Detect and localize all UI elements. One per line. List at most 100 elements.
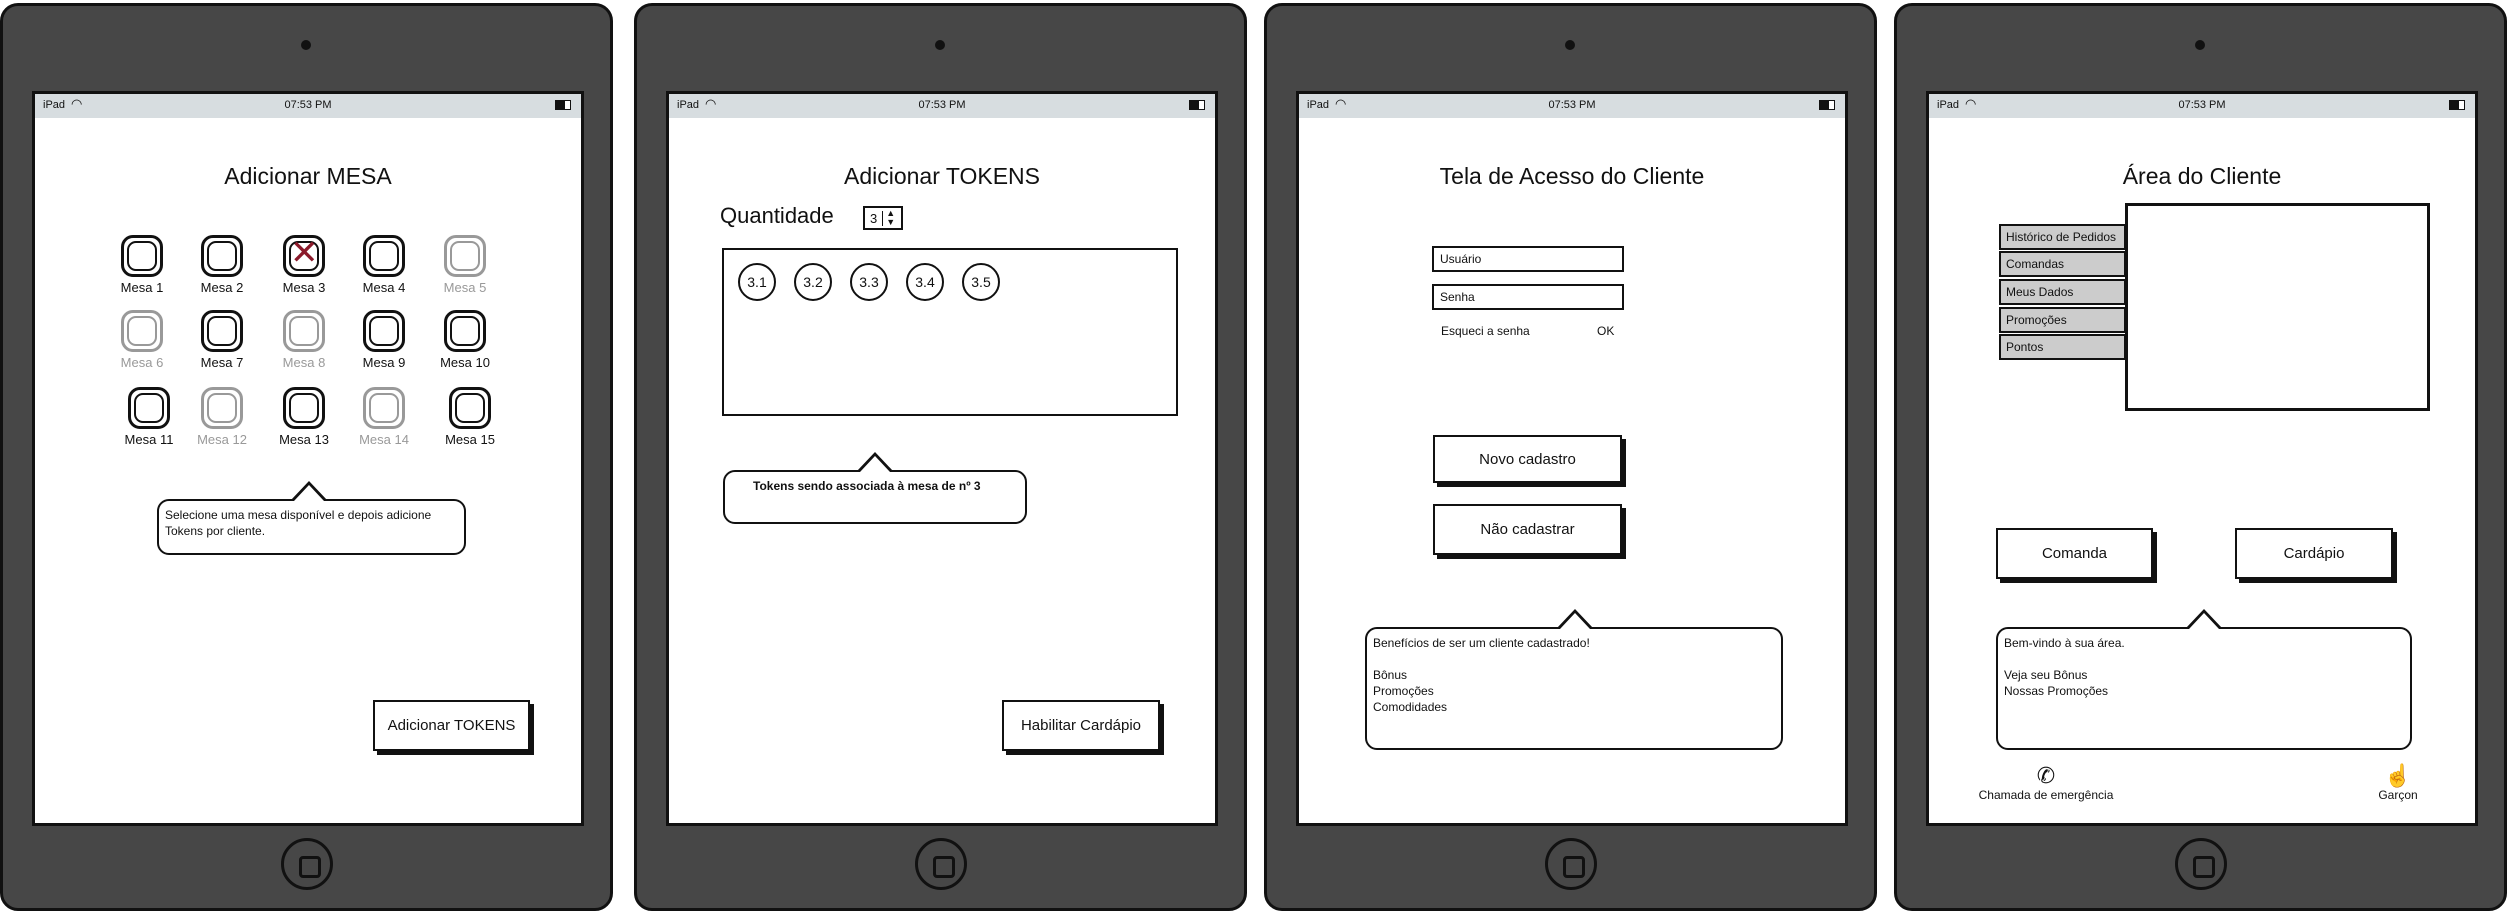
tokens-container: 3.1 3.2 3.3 3.4 3.5 [722, 248, 1178, 416]
callout-pointer [1557, 609, 1593, 629]
table-label: Mesa 11 [124, 432, 174, 447]
quantity-value: 3 [865, 210, 884, 226]
table-11[interactable]: Mesa 11 [109, 387, 189, 447]
status-bar: iPad ◠ 07:53 PM [35, 94, 581, 118]
table-6[interactable]: Mesa 6 [102, 310, 182, 370]
hint-text: Selecione uma mesa disponível e depois a… [165, 508, 432, 538]
table-15[interactable]: Mesa 15 [430, 387, 510, 447]
battery-icon [2449, 100, 2465, 110]
table-8[interactable]: Mesa 8 [264, 310, 344, 370]
table-icon [201, 387, 243, 429]
table-icon [363, 387, 405, 429]
status-bar: iPad ◠ 07:53 PM [1299, 94, 1845, 118]
table-label: Mesa 8 [282, 355, 326, 370]
menu-item-comandas[interactable]: Comandas [1999, 251, 2126, 277]
token[interactable]: 3.2 [794, 263, 832, 301]
home-button[interactable] [281, 838, 333, 890]
password-input[interactable]: Senha [1432, 284, 1624, 310]
table-icon [201, 235, 243, 277]
selected-x-icon: ✕ [290, 234, 319, 272]
table-13[interactable]: Mesa 13 [264, 387, 344, 447]
page-title: Adicionar TOKENS [843, 163, 1041, 189]
stepper-arrows-icon[interactable]: ▲ ▼ [883, 209, 895, 227]
table-icon [201, 310, 243, 352]
table-icon [363, 310, 405, 352]
table-icon: ✕ [283, 235, 325, 277]
quantity-stepper[interactable]: 3 ▲ ▼ [863, 206, 903, 230]
home-button[interactable] [1545, 838, 1597, 890]
emergency-call-button[interactable]: ✆ Chamada de emergência [1961, 763, 2131, 803]
table-icon [283, 387, 325, 429]
table-2[interactable]: Mesa 2 [182, 235, 262, 295]
benefits-callout: Benefícios de ser um cliente cadastrado!… [1365, 609, 1783, 750]
menu-item-pontos[interactable]: Pontos [1999, 334, 2126, 360]
phone-icon: ✆ [2036, 763, 2056, 788]
table-label: Mesa 1 [120, 280, 164, 295]
screen: iPad ◠ 07:53 PM Adicionar MESA Mesa 1 Mesa… [32, 91, 584, 826]
token[interactable]: 3.5 [962, 263, 1000, 301]
table-4[interactable]: Mesa 4 [344, 235, 424, 295]
screen: iPad ◠ 07:53 PM Adicionar TOKENS Quantidad… [666, 91, 1218, 826]
table-icon [444, 235, 486, 277]
table-label: Mesa 9 [362, 355, 406, 370]
table-icon [128, 387, 170, 429]
table-icon [121, 310, 163, 352]
menu-item-promocoes[interactable]: Promoções [1999, 307, 2126, 333]
status-bar: iPad ◠ 07:53 PM [1929, 94, 2475, 118]
table-icon [363, 235, 405, 277]
screen: iPad ◠ 07:53 PM Área do Cliente Histórico … [1926, 91, 2478, 826]
username-input[interactable]: Usuário [1432, 246, 1624, 272]
table-12[interactable]: Mesa 12 [182, 387, 262, 447]
battery-icon [555, 100, 571, 110]
ok-link[interactable]: OK [1597, 324, 1614, 338]
table-9[interactable]: Mesa 9 [344, 310, 424, 370]
table-icon [449, 387, 491, 429]
table-5[interactable]: Mesa 5 [425, 235, 505, 295]
table-icon [283, 310, 325, 352]
token[interactable]: 3.1 [738, 263, 776, 301]
table-10[interactable]: Mesa 10 [425, 310, 505, 370]
new-account-button[interactable]: Novo cadastro [1433, 435, 1622, 483]
callout-pointer [2186, 609, 2222, 629]
camera [2195, 40, 2205, 50]
table-label: Mesa 15 [445, 432, 495, 447]
camera [301, 40, 311, 50]
table-1[interactable]: Mesa 1 [102, 235, 182, 295]
table-14[interactable]: Mesa 14 [344, 387, 424, 447]
clock: 07:53 PM [918, 99, 966, 111]
table-label: Mesa 14 [359, 432, 409, 447]
hand-pointer-icon: ☝ [2384, 763, 2412, 788]
callout-pointer [291, 481, 327, 501]
ipad-frame-area-cliente: iPad ◠ 07:53 PM Área do Cliente Histórico … [1894, 3, 2507, 911]
clock: 07:53 PM [2178, 99, 2226, 111]
status-bar: iPad ◠ 07:53 PM [669, 94, 1215, 118]
add-tokens-button[interactable]: Adicionar TOKENS [373, 700, 530, 751]
welcome-text: Bem-vindo à sua área. Veja seu Bônus Nos… [2004, 636, 2125, 698]
table-3[interactable]: ✕ Mesa 3 [264, 235, 344, 295]
home-button[interactable] [2175, 838, 2227, 890]
enable-menu-button[interactable]: Habilitar Cardápio [1002, 700, 1160, 751]
skip-registration-button[interactable]: Não cadastrar [1433, 504, 1622, 555]
table-7[interactable]: Mesa 7 [182, 310, 262, 370]
hint-text: Tokens sendo associada à mesa de nº 3 [753, 479, 981, 493]
battery-icon [1819, 100, 1835, 110]
table-label: Mesa 12 [197, 432, 247, 447]
cardapio-button[interactable]: Cardápio [2235, 528, 2393, 579]
ipad-frame-adicionar-mesa: iPad ◠ 07:53 PM Adicionar MESA Mesa 1 Mesa… [0, 3, 613, 911]
table-label: Mesa 13 [279, 432, 329, 447]
waiter-label: Garçon [2378, 788, 2418, 802]
battery-icon [1189, 100, 1205, 110]
welcome-callout: Bem-vindo à sua área. Veja seu Bônus Nos… [1996, 609, 2412, 750]
page-title: Tela de Acesso do Cliente [1439, 163, 1705, 189]
table-label: Mesa 3 [282, 280, 326, 295]
forgot-password-link[interactable]: Esqueci a senha [1441, 324, 1530, 338]
menu-item-historico[interactable]: Histórico de Pedidos [1999, 224, 2126, 250]
call-waiter-button[interactable]: ☝ Garçon [2313, 763, 2475, 803]
menu-item-meus-dados[interactable]: Meus Dados [1999, 279, 2126, 305]
page-title: Área do Cliente [2122, 163, 2282, 189]
comanda-button[interactable]: Comanda [1996, 528, 2153, 579]
token[interactable]: 3.3 [850, 263, 888, 301]
benefits-text: Benefícios de ser um cliente cadastrado!… [1373, 636, 1590, 714]
token[interactable]: 3.4 [906, 263, 944, 301]
home-button[interactable] [915, 838, 967, 890]
